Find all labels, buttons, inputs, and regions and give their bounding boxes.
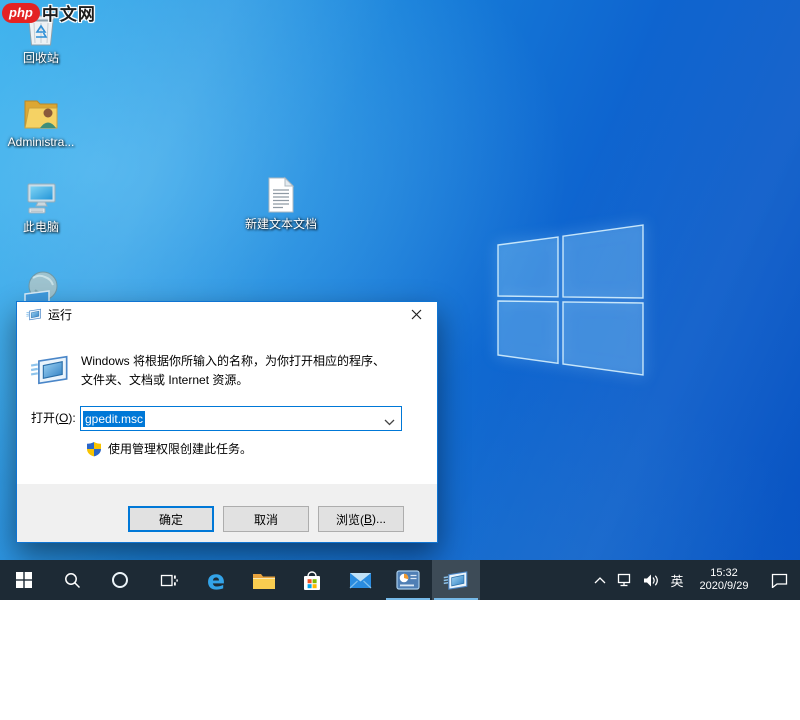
file-explorer-icon — [252, 571, 276, 590]
php-chinese-site-watermark: php 中文网 — [2, 0, 96, 25]
mail-button[interactable] — [336, 560, 384, 600]
cancel-button[interactable]: 取消 — [223, 506, 309, 532]
task-view-button[interactable] — [144, 560, 192, 600]
action-center-button[interactable] — [758, 560, 800, 600]
search-button[interactable] — [48, 560, 96, 600]
computer-icon — [21, 181, 61, 217]
system-monitor-app-button[interactable] — [384, 560, 432, 600]
close-icon — [411, 309, 422, 320]
dialog-title: 运行 — [48, 306, 72, 323]
description-line-1: Windows 将根据你所输入的名称，为你打开相应的程序、 — [81, 352, 385, 371]
start-button[interactable] — [0, 560, 48, 600]
cortana-button[interactable] — [96, 560, 144, 600]
edge-button[interactable]: e — [192, 560, 240, 600]
chevron-down-icon[interactable] — [384, 415, 395, 429]
uac-shield-icon — [86, 441, 102, 457]
desktop-icon-new-text-document[interactable]: 新建文本文档 — [242, 176, 320, 231]
network-icon — [617, 573, 633, 587]
ok-button[interactable]: 确定 — [128, 506, 214, 532]
volume-icon — [643, 573, 659, 588]
icon-label: 新建文本文档 — [245, 217, 317, 231]
cortana-icon — [111, 571, 129, 589]
file-explorer-button[interactable] — [240, 560, 288, 600]
run-dialog-icon — [26, 307, 42, 322]
store-button[interactable] — [288, 560, 336, 600]
edge-icon: e — [207, 567, 225, 594]
open-input[interactable]: gpedit.msc — [80, 406, 402, 431]
mail-icon — [349, 572, 372, 589]
store-icon — [301, 569, 323, 592]
close-button[interactable] — [399, 302, 433, 326]
user-folder-icon — [21, 96, 61, 132]
taskbar-clock[interactable]: 15:32 2020/9/29 — [690, 560, 758, 600]
icon-label: Administra... — [8, 135, 75, 149]
notification-icon — [771, 573, 788, 588]
open-label: 打开(O): — [31, 406, 76, 431]
text-document-icon — [264, 176, 298, 214]
taskbar: e — [0, 560, 800, 600]
system-monitor-icon — [396, 570, 420, 590]
open-input-value: gpedit.msc — [83, 411, 145, 427]
chevron-up-icon — [594, 577, 606, 584]
search-icon — [64, 572, 81, 589]
desktop-icon-administrator[interactable]: Administra... — [2, 96, 80, 149]
icon-label: 回收站 — [23, 51, 59, 65]
desktop-icon-this-pc[interactable]: 此电脑 — [2, 181, 80, 234]
run-app-button[interactable] — [432, 560, 480, 600]
watermark-text: 中文网 — [42, 0, 96, 25]
network-status[interactable] — [612, 560, 638, 600]
run-dialog: 运行 Windows 将根据你所输入的名称，为你打开相应的程序、 文件夹、文档或… — [16, 301, 438, 543]
tray-overflow-button[interactable] — [588, 560, 612, 600]
browse-button[interactable]: 浏览(B)... — [318, 506, 404, 532]
dialog-description: Windows 将根据你所输入的名称，为你打开相应的程序、 文件夹、文档或 In… — [81, 352, 385, 390]
taskbar-buttons: e — [0, 560, 480, 600]
clock-date: 2020/9/29 — [700, 580, 749, 593]
clock-time: 15:32 — [710, 567, 738, 580]
description-line-2: 文件夹、文档或 Internet 资源。 — [81, 371, 385, 390]
run-icon — [30, 352, 70, 391]
windows-logo — [492, 218, 649, 380]
uac-note-text: 使用管理权限创建此任务。 — [108, 440, 252, 457]
uac-note-row: 使用管理权限创建此任务。 — [86, 440, 252, 457]
ime-indicator[interactable]: 英 — [664, 560, 690, 600]
php-logo-badge: php — [2, 3, 40, 23]
icon-label: 此电脑 — [23, 220, 59, 234]
dialog-titlebar[interactable]: 运行 — [17, 302, 437, 326]
task-view-icon — [159, 572, 178, 589]
system-tray: 英 15:32 2020/9/29 — [588, 560, 800, 600]
run-app-icon — [443, 569, 469, 592]
volume-status[interactable] — [638, 560, 664, 600]
windows-start-icon — [16, 572, 32, 588]
